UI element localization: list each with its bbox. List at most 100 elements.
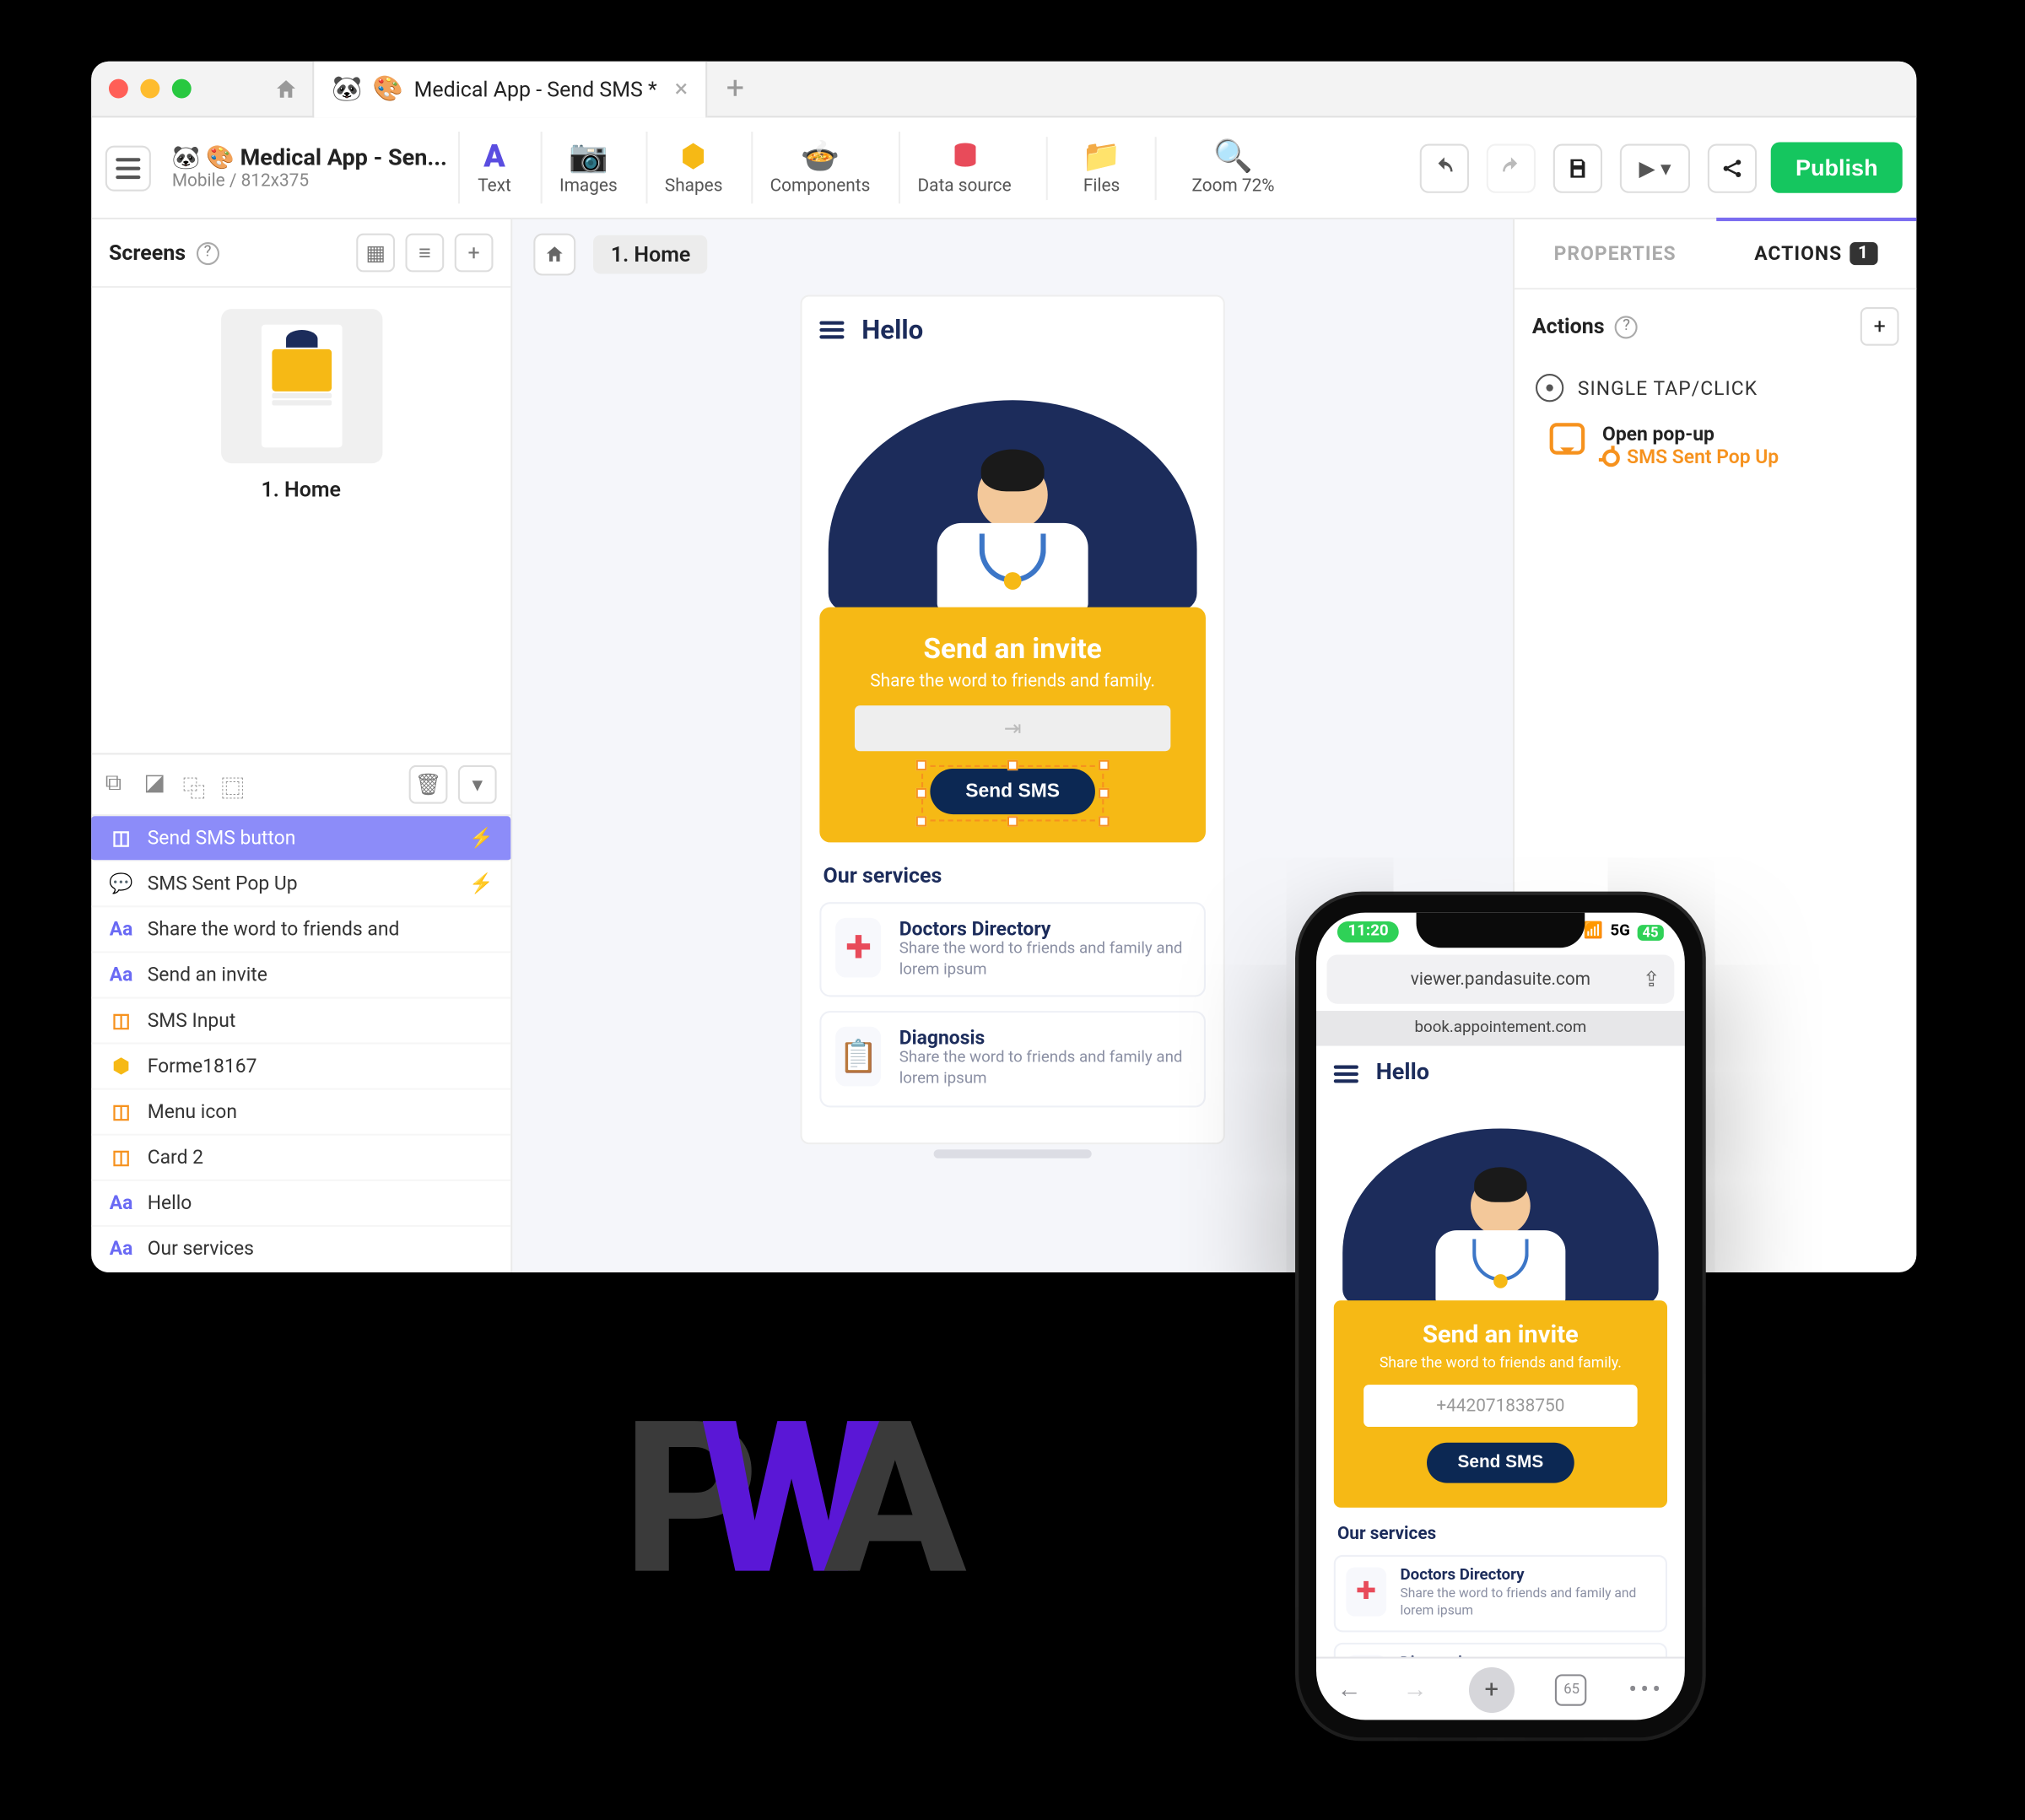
- publish-button[interactable]: Publish: [1771, 142, 1903, 192]
- phone-notch: [1417, 913, 1585, 948]
- document-subtitle: Mobile / 812x375: [172, 171, 447, 191]
- layer-label: SMS Sent Pop Up: [148, 872, 298, 895]
- help-icon[interactable]: ?: [197, 241, 219, 264]
- layer-row[interactable]: ⬢Forme18167: [91, 1045, 510, 1090]
- layer-row[interactable]: AaShare the word to friends and: [91, 907, 510, 953]
- sms-input[interactable]: ⇥: [855, 705, 1171, 751]
- hello-heading: Hello: [861, 314, 923, 345]
- layer-menu-button[interactable]: ▾: [458, 765, 497, 804]
- tool-images[interactable]: 📷 Images: [540, 132, 634, 203]
- layer-label: Share the word to friends and: [148, 918, 400, 941]
- redo-button[interactable]: [1487, 143, 1536, 192]
- palette-icon: 🎨: [373, 74, 403, 102]
- document-title-block: 🐼 🎨 Medical App - Sen... Mobile / 812x37…: [172, 145, 447, 191]
- service-card[interactable]: 📋 Diagnosis Share the word to friends an…: [819, 1012, 1206, 1107]
- service-card[interactable]: 📋 Diagnosis Share the word to friends an…: [1334, 1642, 1667, 1657]
- maximize-window-icon[interactable]: [172, 79, 192, 99]
- invite-title: Send an invite: [840, 632, 1185, 666]
- magnifier-icon: 🔍: [1216, 138, 1251, 174]
- services-heading: Our services: [1337, 1526, 1664, 1545]
- layer-label: Forme18167: [148, 1055, 257, 1077]
- layer-row[interactable]: ◫Card 2: [91, 1136, 510, 1181]
- document-tab[interactable]: 🐼 🎨 Medical App - Send SMS * ×: [314, 62, 707, 117]
- tool-text-label: Text: [478, 177, 511, 197]
- layer-row[interactable]: AaSend an invite: [91, 953, 510, 998]
- layer-row[interactable]: ◫SMS Input: [91, 999, 510, 1045]
- send-sms-button[interactable]: Send SMS: [931, 769, 1095, 814]
- zoom-control[interactable]: 🔍 Zoom 72%: [1174, 132, 1293, 203]
- breadcrumb-home[interactable]: [533, 234, 575, 276]
- browser-url-bar[interactable]: viewer.pandasuite.com ⇪: [1326, 955, 1674, 1004]
- layer-row[interactable]: ◫Send SMS button⚡: [91, 816, 510, 861]
- screens-panel-title: Screens: [109, 240, 186, 265]
- scroll-indicator[interactable]: [934, 1149, 1092, 1158]
- help-icon[interactable]: ?: [1615, 315, 1638, 338]
- tabs-button[interactable]: 65: [1556, 1673, 1587, 1704]
- layers-panel: ⧉ ◪ ⿻ ⿴ 🗑 ▾ ◫Send SMS button⚡💬SMS Sent P…: [91, 753, 510, 1272]
- main-menu-button[interactable]: [105, 145, 151, 191]
- design-canvas[interactable]: Hello Send an invite Share the word to f…: [802, 297, 1223, 1142]
- bowl-icon: 🍲: [802, 138, 838, 174]
- layer-row[interactable]: 💬SMS Sent Pop Up⚡: [91, 861, 510, 907]
- layer-row[interactable]: ◫Menu icon: [91, 1090, 510, 1136]
- panda-icon: 🐼: [332, 74, 362, 102]
- layer-row[interactable]: AaOur services: [91, 1227, 510, 1272]
- forward-button[interactable]: →: [1403, 1674, 1428, 1704]
- main-toolbar: 🐼 🎨 Medical App - Sen... Mobile / 812x37…: [91, 117, 1916, 219]
- database-icon: [947, 138, 982, 174]
- share-icon[interactable]: ⇪: [1643, 967, 1660, 991]
- invite-title: Send an invite: [1352, 1321, 1650, 1349]
- undo-button[interactable]: [1420, 143, 1469, 192]
- screen-label: 1. Home: [261, 478, 340, 502]
- plus-medical-icon: ✚: [1346, 1567, 1385, 1616]
- tool-datasource[interactable]: Data source: [899, 132, 1029, 203]
- new-tab-button[interactable]: +: [707, 70, 764, 107]
- menu-icon[interactable]: [1334, 1065, 1358, 1083]
- copy-icon[interactable]: ⧉: [105, 770, 133, 798]
- tool-components[interactable]: 🍲 Components: [751, 132, 888, 203]
- layer-label: Our services: [148, 1237, 254, 1260]
- tab-properties[interactable]: PROPERTIES: [1515, 219, 1715, 288]
- layer-label: Menu icon: [148, 1100, 237, 1123]
- tool-shapes[interactable]: Shapes: [645, 132, 740, 203]
- add-screen-button[interactable]: +: [455, 234, 494, 273]
- minimize-window-icon[interactable]: [140, 79, 159, 99]
- status-time: 11:20: [1337, 921, 1399, 942]
- tool-text[interactable]: A Text: [457, 132, 529, 203]
- layer-row[interactable]: AaHello: [91, 1181, 510, 1227]
- list-view-button[interactable]: ≡: [405, 234, 444, 273]
- tool-files[interactable]: 📁 Files: [1066, 132, 1137, 203]
- action-item[interactable]: Open pop-up SMS Sent Pop Up: [1550, 423, 1896, 468]
- traffic-lights: [109, 79, 192, 99]
- hexagon-icon: [676, 138, 711, 174]
- phone-number-input[interactable]: +442071838750: [1364, 1385, 1638, 1427]
- paste-icon[interactable]: ⿻: [182, 770, 210, 798]
- gesture-row[interactable]: SINGLE TAP/CLICK: [1536, 364, 1895, 413]
- layer-label: SMS Input: [148, 1009, 236, 1032]
- add-action-button[interactable]: +: [1860, 307, 1899, 346]
- play-button[interactable]: ▶ ▾: [1620, 143, 1690, 192]
- new-tab-button[interactable]: +: [1469, 1666, 1515, 1712]
- pwa-logo: P W A: [623, 1378, 945, 1623]
- more-button[interactable]: •••: [1628, 1675, 1664, 1703]
- back-button[interactable]: ←: [1337, 1674, 1362, 1704]
- home-tab-button[interactable]: [258, 62, 315, 117]
- tab-actions[interactable]: ACTIONS1: [1715, 219, 1916, 288]
- save-button[interactable]: [1553, 143, 1602, 192]
- delete-layer-button[interactable]: 🗑: [409, 765, 448, 804]
- service-card[interactable]: ✚ Doctors Directory Share the word to fr…: [819, 902, 1206, 997]
- send-sms-button[interactable]: Send SMS: [1426, 1443, 1575, 1483]
- secondary-url-bar: book.appointement.com: [1316, 1011, 1685, 1046]
- breadcrumb-current[interactable]: 1. Home: [593, 235, 708, 274]
- layer-icon[interactable]: ◪: [144, 770, 172, 798]
- grid-view-button[interactable]: ▦: [356, 234, 395, 273]
- close-tab-icon[interactable]: ×: [675, 74, 688, 102]
- close-window-icon[interactable]: [109, 79, 128, 99]
- duplicate-icon[interactable]: ⿴: [221, 770, 249, 798]
- share-button[interactable]: [1708, 143, 1757, 192]
- action-name: Open pop-up: [1602, 423, 1779, 446]
- screen-thumbnail[interactable]: [220, 309, 381, 463]
- invite-card: Send an invite Share the word to friends…: [1334, 1300, 1667, 1507]
- popup-icon: [1550, 423, 1585, 454]
- service-card[interactable]: ✚ Doctors Directory Share the word to fr…: [1334, 1555, 1667, 1631]
